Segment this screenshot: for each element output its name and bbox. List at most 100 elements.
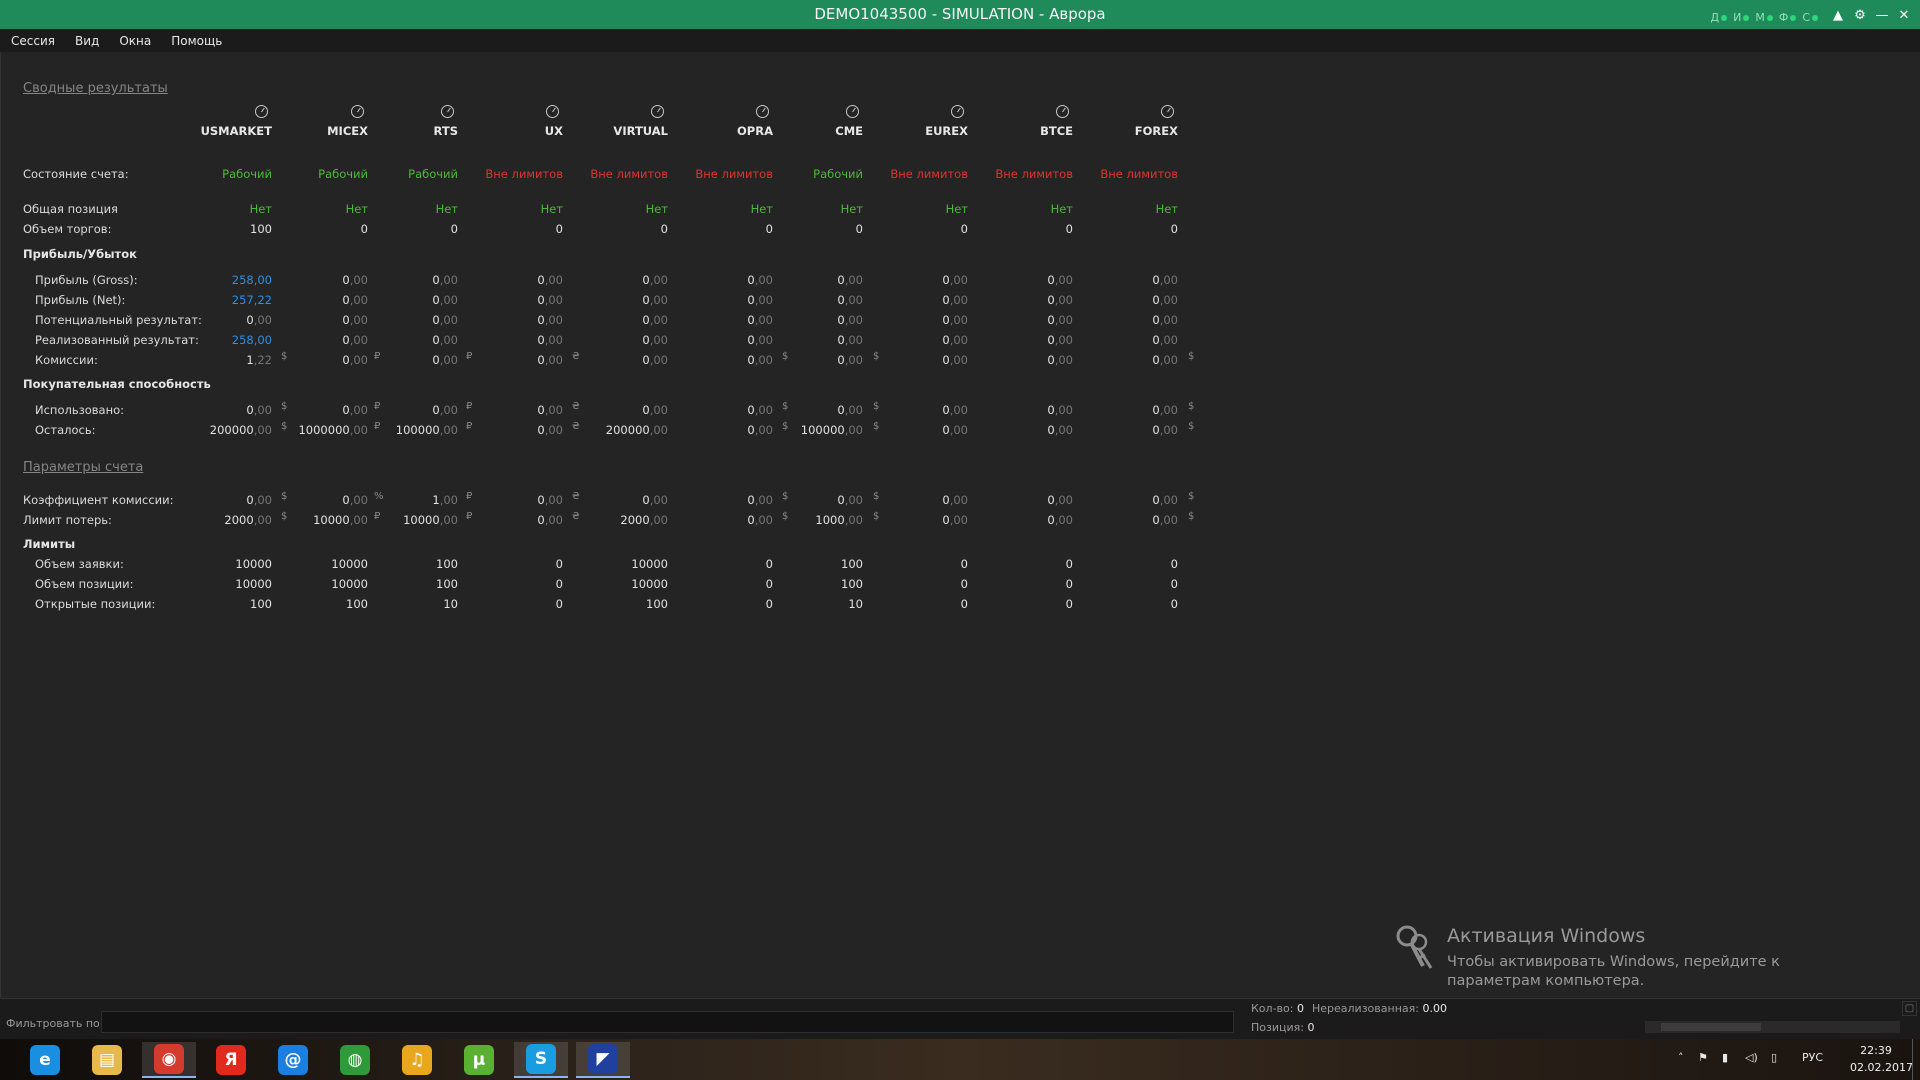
cell-commissions: 0,00 xyxy=(432,353,458,367)
cell-profit-net: 0,00 xyxy=(1047,293,1073,307)
cell-potential-result: 0,00 xyxy=(432,313,458,327)
market-status-icon[interactable] xyxy=(546,105,559,118)
market-status-icon[interactable] xyxy=(846,105,859,118)
currency-sign: $ xyxy=(1188,421,1195,432)
volume-icon[interactable]: ◁) xyxy=(1745,1051,1758,1064)
expand-icon[interactable]: ▢ xyxy=(1902,1001,1917,1016)
menu-view[interactable]: Вид xyxy=(75,34,99,48)
status-indicator: С xyxy=(1802,11,1818,24)
tray-expand-icon[interactable]: ˄ xyxy=(1678,1051,1684,1064)
taskbar-utorrent-icon[interactable]: μ xyxy=(452,1042,506,1078)
menu-bar: Сессия Вид Окна Помощь xyxy=(0,29,1920,52)
market-status-icon[interactable] xyxy=(651,105,664,118)
clock-time[interactable]: 22:39 xyxy=(1855,1044,1897,1057)
cell-order-volume: 0 xyxy=(765,557,773,571)
market-status-icon[interactable] xyxy=(951,105,964,118)
taskbar-aurora-icon[interactable]: ◤ xyxy=(576,1042,630,1078)
menu-help[interactable]: Помощь xyxy=(171,34,222,48)
menu-session[interactable]: Сессия xyxy=(11,34,55,48)
column-header-cme[interactable]: CME xyxy=(753,124,863,138)
scroll-thumb[interactable] xyxy=(1661,1023,1761,1031)
market-status-icon[interactable] xyxy=(351,105,364,118)
cell-trade-volume: 0 xyxy=(450,222,458,236)
row-label-total-position: Общая позиция xyxy=(23,202,118,216)
clock-date[interactable]: 02.02.2017 xyxy=(1850,1061,1913,1074)
cell-commissions: 0,00 xyxy=(837,353,863,367)
status-indicator: М xyxy=(1755,11,1773,24)
taskbar-skype-icon[interactable]: S xyxy=(514,1042,568,1078)
title-controls: ДИМФС ▲ ⚙ — ✕ xyxy=(1711,6,1913,25)
cell-account-state: Рабочий xyxy=(222,167,272,181)
close-button[interactable]: ✕ xyxy=(1896,8,1912,23)
row-label-order-volume: Объем заявки: xyxy=(35,557,124,571)
cell-open-positions: 100 xyxy=(646,597,668,611)
currency-sign: $ xyxy=(1188,491,1195,502)
cell-profit-gross: 0,00 xyxy=(837,273,863,287)
cell-total-position: Нет xyxy=(540,202,563,216)
show-desktop-button[interactable] xyxy=(1912,1039,1920,1080)
taskbar-music-icon[interactable]: ♫ xyxy=(390,1042,444,1078)
taskbar-globe-icon[interactable]: ◍ xyxy=(328,1042,382,1078)
cell-open-positions: 100 xyxy=(346,597,368,611)
column-header-eurex[interactable]: EUREX xyxy=(858,124,968,138)
column-header-rts[interactable]: RTS xyxy=(348,124,458,138)
cell-order-volume: 0 xyxy=(1170,557,1178,571)
cell-remaining: 0,00 xyxy=(747,423,773,437)
taskbar-yandex-icon[interactable]: Я xyxy=(204,1042,258,1078)
collapse-up-icon[interactable]: ▲ xyxy=(1830,8,1846,23)
minimize-button[interactable]: — xyxy=(1874,8,1890,23)
account-params-link[interactable]: Параметры счета xyxy=(23,460,143,475)
cell-used: 0,00 xyxy=(1047,403,1073,417)
cell-remaining: 0,00 xyxy=(1152,423,1178,437)
taskbar-chrome-icon[interactable]: ◉ xyxy=(142,1042,196,1078)
status-indicators: ДИМФС xyxy=(1711,6,1825,25)
gear-icon[interactable]: ⚙ xyxy=(1852,8,1868,23)
market-status-icon[interactable] xyxy=(1161,105,1174,118)
column-header-btce[interactable]: BTCE xyxy=(963,124,1073,138)
column-header-forex[interactable]: FOREX xyxy=(1068,124,1178,138)
cell-commission-coef: 0,00 xyxy=(837,493,863,507)
menu-windows[interactable]: Окна xyxy=(119,34,151,48)
filter-input[interactable] xyxy=(101,1011,1234,1033)
market-status-icon[interactable] xyxy=(441,105,454,118)
cell-used: 0,00 xyxy=(747,403,773,417)
status-dot-icon xyxy=(1721,15,1728,21)
cell-order-volume: 0 xyxy=(1065,557,1073,571)
market-status-icon[interactable] xyxy=(255,105,268,118)
cell-position-volume: 10000 xyxy=(235,577,272,591)
cell-remaining: 100000,00 xyxy=(395,423,458,437)
taskbar-ie-icon[interactable]: e xyxy=(18,1042,72,1078)
cell-order-volume: 0 xyxy=(960,557,968,571)
summary-panel: Сводные результаты Прибыль/Убыток Покупа… xyxy=(0,52,1920,998)
language-indicator[interactable]: РУС xyxy=(1802,1051,1823,1064)
cell-open-positions: 0 xyxy=(765,597,773,611)
network-flag-icon[interactable]: ⚑ xyxy=(1698,1051,1708,1064)
row-label-realized-result: Реализованный результат: xyxy=(35,333,199,347)
cell-loss-limit: 2000,00 xyxy=(620,513,668,527)
cell-total-position: Нет xyxy=(1050,202,1073,216)
currency-sign: ₽ xyxy=(466,511,473,522)
cell-trade-volume: 0 xyxy=(765,222,773,236)
activation-text: Чтобы активировать Windows, перейдите к … xyxy=(1447,954,1780,989)
signal-icon[interactable]: ▮ xyxy=(1722,1051,1728,1064)
column-header-virtual[interactable]: VIRTUAL xyxy=(558,124,668,138)
cell-remaining: 1000000,00 xyxy=(298,423,368,437)
cell-total-position: Нет xyxy=(249,202,272,216)
column-header-usmarket[interactable]: USMARKET xyxy=(162,124,272,138)
chrome-glyph-icon: ◉ xyxy=(154,1044,184,1074)
cell-profit-net: 0,00 xyxy=(342,293,368,307)
cell-position-volume: 0 xyxy=(765,577,773,591)
market-status-icon[interactable] xyxy=(1056,105,1069,118)
cell-total-position: Нет xyxy=(345,202,368,216)
column-header-ux[interactable]: UX xyxy=(453,124,563,138)
taskbar-mail-icon[interactable]: @ xyxy=(266,1042,320,1078)
market-status-icon[interactable] xyxy=(756,105,769,118)
cell-order-volume: 100 xyxy=(841,557,863,571)
row-label-position-volume: Объем позиции: xyxy=(35,577,134,591)
cell-commissions: 0,00 xyxy=(747,353,773,367)
summary-results-link[interactable]: Сводные результаты xyxy=(23,81,168,96)
battery-icon[interactable]: ▯ xyxy=(1771,1051,1777,1064)
cell-remaining: 0,00 xyxy=(537,423,563,437)
right-panel-scrollbar[interactable] xyxy=(1645,1021,1900,1033)
taskbar-explorer-icon[interactable]: ▤ xyxy=(80,1042,134,1078)
